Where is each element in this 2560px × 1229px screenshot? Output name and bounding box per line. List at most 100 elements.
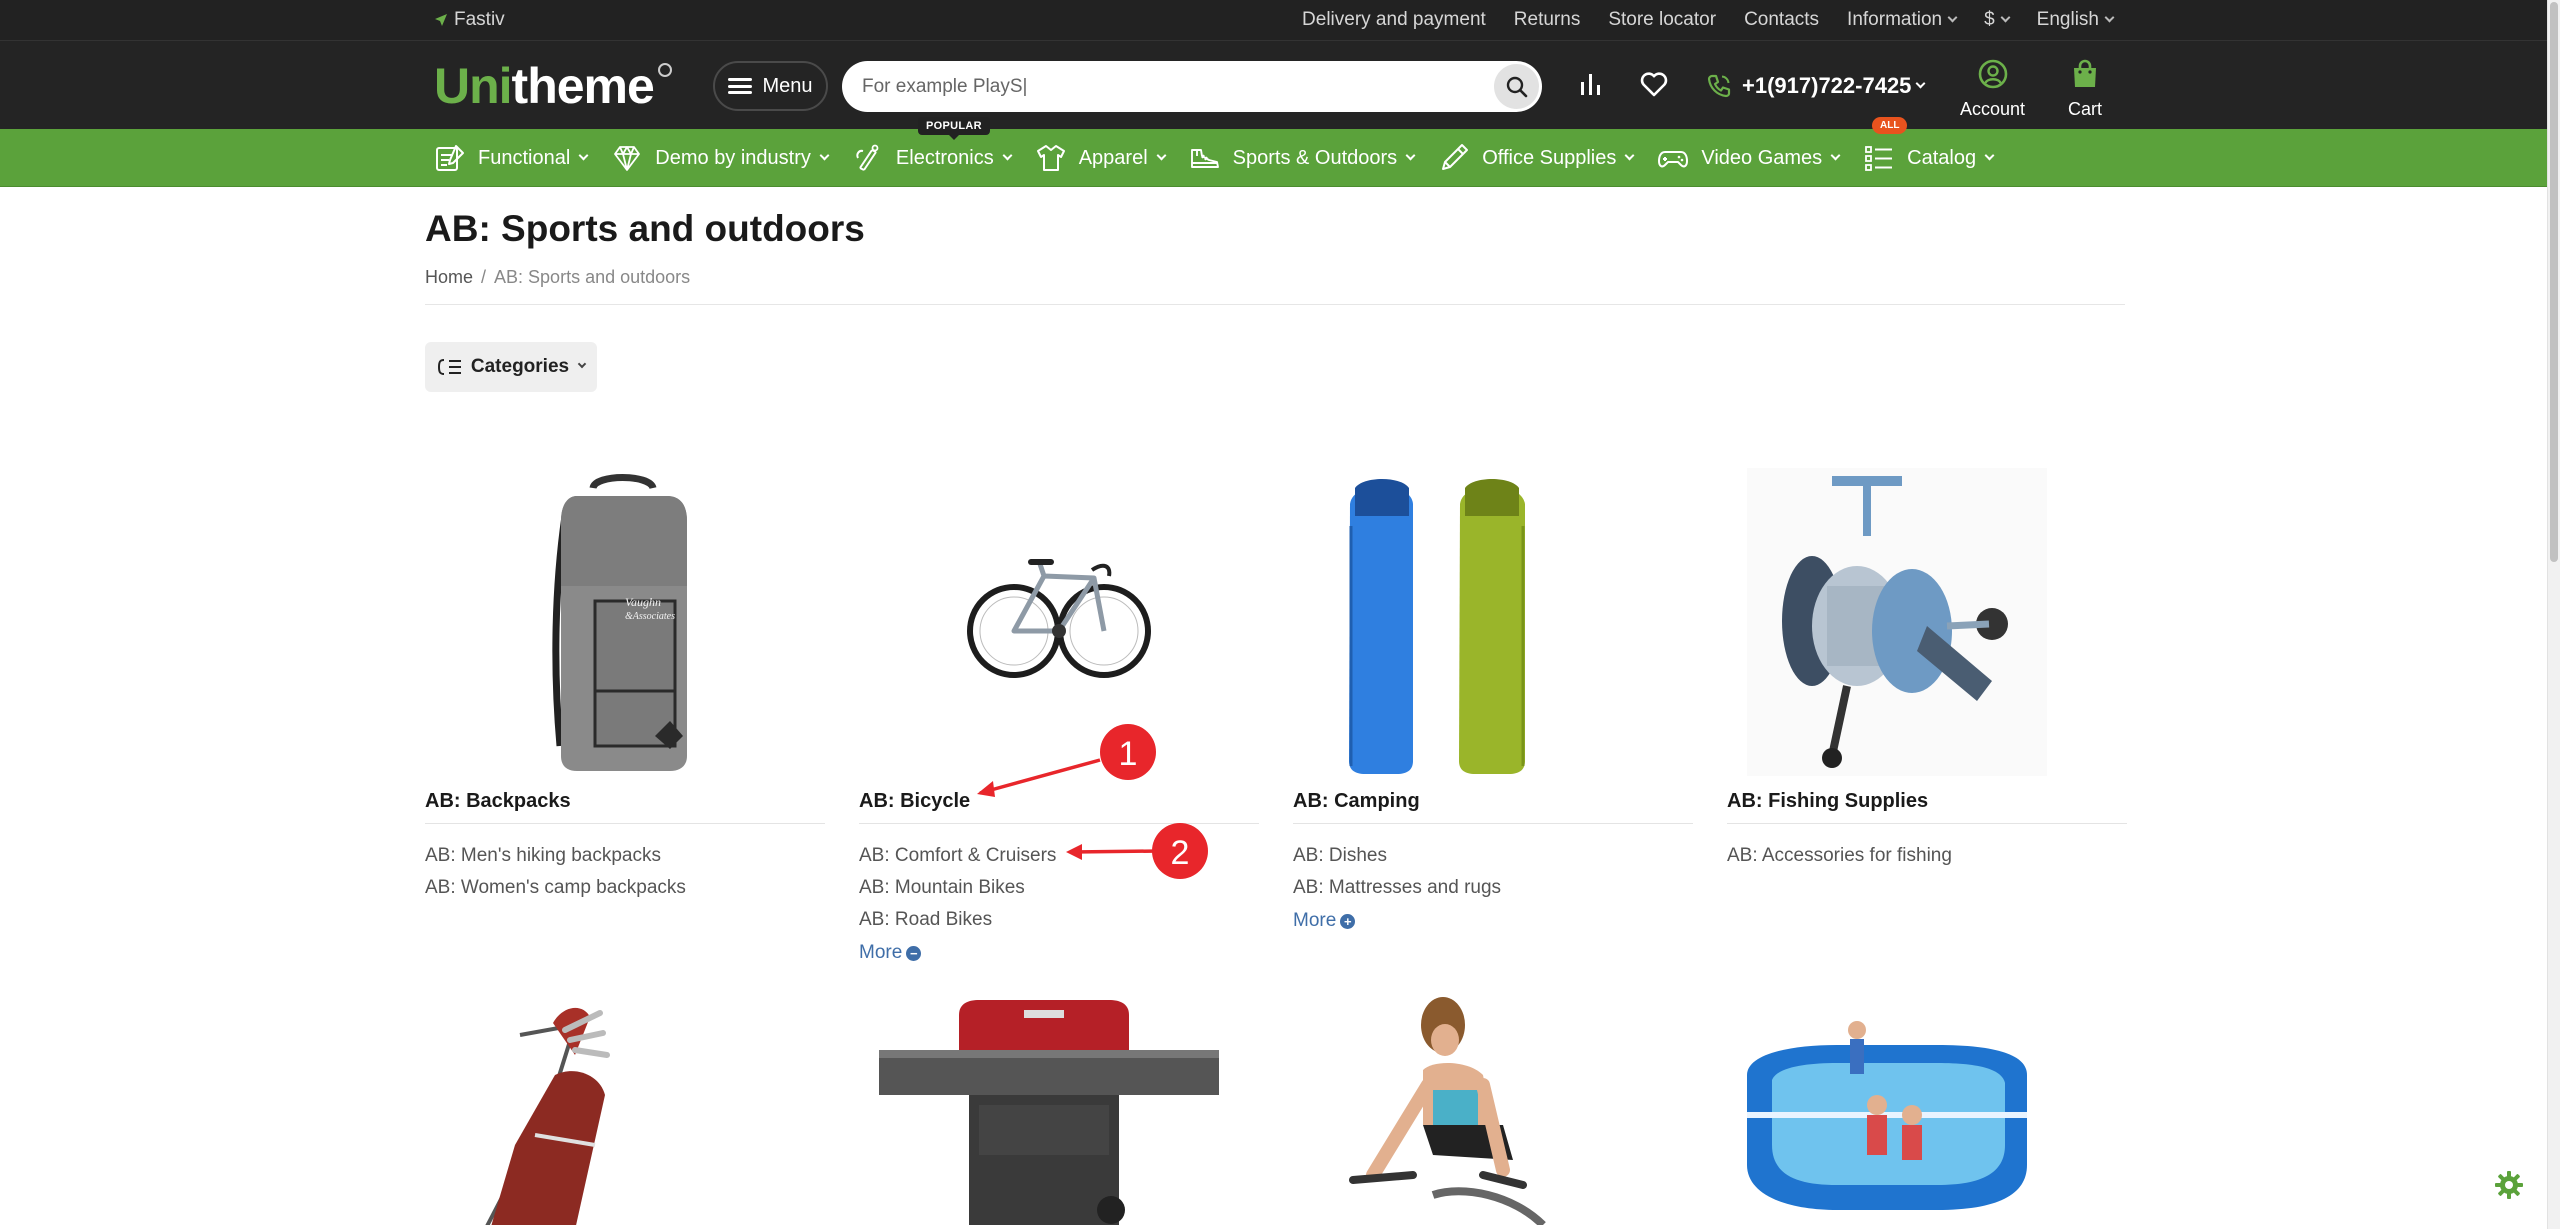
menu-button[interactable]: Menu <box>713 61 828 111</box>
page-title: AB: Sports and outdoors <box>425 208 865 249</box>
subcategory-link[interactable]: AB: Accessories for fishing <box>1727 840 1952 872</box>
breadcrumb-home[interactable]: Home <box>425 267 473 288</box>
nav-item-apparel[interactable]: Apparel <box>1035 142 1167 174</box>
logo-text: theme <box>511 58 655 114</box>
nav-item-label: Sports & Outdoors <box>1232 146 1398 169</box>
cart-button[interactable]: Cart <box>2068 59 2102 120</box>
wishlist-button[interactable] <box>1640 71 1668 102</box>
account-button[interactable]: Account <box>1960 59 2025 120</box>
subcategory-link[interactable]: AB: Dishes <box>1293 840 1501 872</box>
fishing-reel-image[interactable] <box>1727 466 2127 776</box>
subcategory-link[interactable]: AB: Men's hiking backpacks <box>425 840 686 872</box>
language-label: English <box>2036 9 2099 30</box>
chevron-down-icon <box>1002 150 1013 160</box>
popular-badge: POPULAR <box>918 117 990 140</box>
phone-number: +1(917)722-7425 <box>1742 73 1912 98</box>
phone-dropdown[interactable]: +1(917)722-7425 <box>1706 73 1926 99</box>
user-icon <box>1978 59 2007 89</box>
sleeping-bags-image[interactable] <box>1293 466 1693 776</box>
search-button[interactable] <box>1494 64 1539 109</box>
chevron-down-icon <box>1915 78 1926 88</box>
backpack-image[interactable]: Vaughn &Associates <box>425 466 825 776</box>
electronics-icon <box>856 144 879 171</box>
category-card-golf <box>425 995 825 1225</box>
svg-text:&Associates: &Associates <box>625 611 675 622</box>
main-nav: Functional Demo by industry Electronics … <box>0 129 2547 187</box>
currency-dropdown[interactable]: $ <box>1984 9 2011 31</box>
location-selector[interactable]: Fastiv <box>434 9 505 31</box>
bar-chart-icon <box>1581 74 1600 95</box>
nav-item-label: Apparel <box>1078 146 1148 169</box>
chevron-down-icon <box>1156 150 1167 160</box>
language-dropdown[interactable]: English <box>2036 9 2115 31</box>
card-separator <box>425 823 825 824</box>
nav-item-label: Demo by industry <box>655 146 811 169</box>
golf-bag-image[interactable] <box>425 995 825 1225</box>
diamond-icon <box>614 146 641 171</box>
nav-item-video-games[interactable]: Video Games <box>1657 142 1841 174</box>
link-returns[interactable]: Returns <box>1514 9 1581 31</box>
categories-label: Categories <box>470 356 570 377</box>
nav-item-label: Office Supplies <box>1482 146 1617 169</box>
subcategory-link[interactable]: AB: Comfort & Cruisers <box>859 840 1056 872</box>
subcategory-list: AB: Comfort & Cruisers AB: Mountain Bike… <box>859 840 1056 970</box>
nav-item-office-supplies[interactable]: Office Supplies <box>1438 142 1635 174</box>
pool-image[interactable] <box>1727 995 2127 1225</box>
link-delivery[interactable]: Delivery and payment <box>1302 9 1486 31</box>
chevron-down-icon <box>1405 150 1416 160</box>
scrollbar-thumb[interactable] <box>2550 2 2558 562</box>
subcategory-link[interactable]: AB: Women's camp backpacks <box>425 872 686 904</box>
gear-icon <box>2495 1171 2523 1199</box>
link-contacts[interactable]: Contacts <box>1744 9 1819 31</box>
functional-icon <box>436 145 464 171</box>
nav-item-sports-outdoors[interactable]: Sports & Outdoors <box>1189 142 1416 174</box>
search-bar <box>842 61 1542 112</box>
category-title[interactable]: AB: Camping <box>1293 790 1420 813</box>
card-separator <box>1293 823 1693 824</box>
page-scrollbar[interactable] <box>2547 0 2560 1229</box>
breadcrumb: Home / AB: Sports and outdoors <box>425 267 690 288</box>
subcategory-link[interactable]: AB: Mattresses and rugs <box>1293 872 1501 904</box>
nav-item-catalog[interactable]: Catalog <box>1863 142 1995 174</box>
settings-button[interactable] <box>2494 1170 2524 1205</box>
more-link[interactable]: More − <box>859 936 1056 970</box>
breadcrumb-current: AB: Sports and outdoors <box>494 267 691 287</box>
account-label: Account <box>1960 99 2026 119</box>
link-store-locator[interactable]: Store locator <box>1608 9 1716 31</box>
search-input[interactable] <box>862 61 1462 112</box>
nav-item-electronics[interactable]: Electronics <box>852 142 1013 174</box>
site-logo[interactable]: Unitheme <box>434 57 672 115</box>
chevron-down-icon <box>577 359 587 369</box>
bicycle-image[interactable] <box>859 466 1259 776</box>
chevron-down-icon <box>2104 12 2115 23</box>
shirt-icon <box>1036 145 1065 171</box>
menu-label: Menu <box>762 74 813 97</box>
chevron-down-icon <box>578 150 589 160</box>
information-dropdown[interactable]: Information <box>1847 9 1958 31</box>
svg-text:Vaughn: Vaughn <box>625 595 661 609</box>
heart-icon <box>1640 72 1668 97</box>
chevron-down-icon <box>819 150 830 160</box>
category-title[interactable]: AB: Fishing Supplies <box>1727 790 1928 813</box>
nav-item-label: Electronics <box>895 146 994 169</box>
more-label: More <box>1293 910 1337 931</box>
pen-icon <box>1442 144 1469 170</box>
chevron-down-icon <box>1830 150 1841 160</box>
grill-image[interactable] <box>859 995 1259 1225</box>
nav-item-functional[interactable]: Functional <box>434 142 589 174</box>
category-title[interactable]: AB: Bicycle <box>859 790 970 813</box>
annotation-label-2: 2 <box>1171 834 1190 872</box>
header: Unitheme Menu +1(917)722-7425 Account Ca… <box>0 40 2547 129</box>
fitness-image[interactable] <box>1293 995 1693 1225</box>
subcategory-link[interactable]: AB: Mountain Bikes <box>859 872 1056 904</box>
category-title[interactable]: AB: Backpacks <box>425 790 571 813</box>
more-link[interactable]: More + <box>1293 904 1501 938</box>
compare-button[interactable] <box>1578 71 1604 102</box>
categories-button[interactable]: Categories <box>425 342 597 392</box>
category-card-fitness <box>1293 995 1693 1225</box>
nav-item-demo-by-industry[interactable]: Demo by industry <box>611 142 830 174</box>
subcategory-list: AB: Accessories for fishing <box>1727 840 1952 872</box>
arrowhead-icon <box>1066 844 1082 860</box>
subcategory-link[interactable]: AB: Road Bikes <box>859 904 1056 936</box>
shopping-bag-icon <box>2074 59 2096 87</box>
